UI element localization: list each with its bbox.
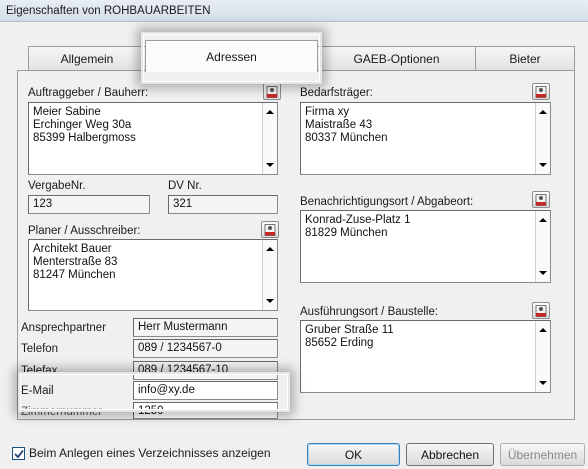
- auftraggeber-address-book-button[interactable]: [263, 83, 281, 100]
- planer-line: Architekt Bauer: [33, 243, 112, 255]
- tab-bieter[interactable]: Bieter: [475, 46, 575, 71]
- address-book-icon: [535, 194, 547, 206]
- telefax-label: Telefax: [21, 365, 58, 377]
- ausfuehrung-label: Ausführungsort / Baustelle:: [300, 306, 439, 318]
- bedarfstraeger-line: Firma xy: [305, 106, 350, 118]
- zimmer-label: Zimmernummer: [21, 406, 103, 418]
- email-field[interactable]: info@xy.de: [133, 381, 278, 400]
- auftraggeber-line: Erchinger Weg 30a: [33, 119, 132, 131]
- planer-label: Planer / Ausschreiber:: [28, 225, 141, 237]
- tab-allgemein[interactable]: Allgemein: [28, 46, 146, 71]
- ausfuehrung-line: 85652 Erding: [305, 337, 374, 349]
- planer-line: 81247 München: [33, 269, 116, 281]
- scroll-up-arrow-icon[interactable]: [266, 247, 274, 251]
- show-on-create-checkbox[interactable]: [12, 447, 25, 460]
- tab-adressen[interactable]: Adressen: [145, 40, 318, 72]
- zimmer-field[interactable]: 1250: [133, 402, 278, 419]
- show-on-create-label[interactable]: Beim Anlegen eines Verzeichnisses anzeig…: [29, 446, 271, 460]
- benachrichtigung-line: 81829 München: [305, 227, 388, 239]
- address-book-icon: [266, 86, 278, 98]
- benachrichtigung-scrollbar[interactable]: [535, 211, 550, 282]
- planer-address-book-button[interactable]: [261, 221, 279, 238]
- telefon-field[interactable]: 089 / 1234567-0: [133, 339, 278, 358]
- auftraggeber-line: 85399 Halbergmoss: [33, 132, 136, 144]
- ok-button[interactable]: OK: [307, 443, 400, 466]
- bedarfstraeger-line: 80337 München: [305, 132, 388, 144]
- window-title: Eigenschaften von ROHBAUARBEITEN: [0, 0, 588, 22]
- vergabe-label: VergabeNr.: [28, 180, 86, 192]
- bedarfstraeger-line: Maistraße 43: [305, 119, 373, 131]
- scroll-down-arrow-icon[interactable]: [539, 163, 547, 167]
- ansprechpartner-field[interactable]: Herr Mustermann: [133, 318, 278, 337]
- bedarfstraeger-address-book-button[interactable]: [532, 83, 550, 100]
- ansprechpartner-label: Ansprechpartner: [21, 322, 107, 334]
- auftraggeber-scrollbar[interactable]: [262, 103, 277, 174]
- scroll-up-arrow-icon[interactable]: [539, 110, 547, 114]
- address-book-icon: [535, 305, 547, 317]
- email-label: E-Mail: [21, 385, 54, 397]
- benachrichtigung-line: Konrad-Zuse-Platz 1: [305, 214, 411, 226]
- checkmark-icon: [14, 449, 24, 459]
- tab-gaeb-optionen[interactable]: GAEB-Optionen: [317, 46, 476, 71]
- benachrichtigung-address-memo[interactable]: Konrad-Zuse-Platz 1 81829 München: [300, 210, 551, 283]
- scroll-up-arrow-icon[interactable]: [266, 110, 274, 114]
- scroll-down-arrow-icon[interactable]: [266, 299, 274, 303]
- address-panel: Auftraggeber / Bauherr: Meier Sabine Erc…: [17, 70, 575, 420]
- vergabe-field[interactable]: 123: [28, 195, 150, 214]
- apply-button[interactable]: Übernehmen: [500, 443, 585, 466]
- ausfuehrung-address-memo[interactable]: Gruber Straße 11 85652 Erding: [300, 320, 551, 393]
- cancel-button[interactable]: Abbrechen: [406, 443, 494, 466]
- address-book-icon: [535, 86, 547, 98]
- benachrichtigung-address-book-button[interactable]: [532, 191, 550, 208]
- dv-field[interactable]: 321: [168, 195, 278, 214]
- scroll-up-arrow-icon[interactable]: [539, 328, 547, 332]
- telefon-label: Telefon: [21, 343, 59, 355]
- planer-scrollbar[interactable]: [262, 240, 277, 310]
- bedarfstraeger-address-memo[interactable]: Firma xy Maistraße 43 80337 München: [300, 102, 551, 175]
- planer-address-memo[interactable]: Architekt Bauer Menterstraße 83 81247 Mü…: [28, 239, 278, 311]
- dv-label: DV Nr.: [168, 180, 202, 192]
- benachrichtigung-label: Benachrichtigungsort / Abgabeort:: [300, 196, 474, 208]
- bedarfstraeger-scrollbar[interactable]: [535, 103, 550, 174]
- auftraggeber-line: Meier Sabine: [33, 106, 101, 118]
- address-book-icon: [264, 224, 276, 236]
- bedarfstraeger-label: Bedarfsträger:: [300, 87, 373, 99]
- ausfuehrung-scrollbar[interactable]: [535, 321, 550, 392]
- auftraggeber-label: Auftraggeber / Bauherr:: [28, 87, 149, 99]
- scroll-up-arrow-icon[interactable]: [539, 218, 547, 222]
- ausfuehrung-line: Gruber Straße 11: [305, 324, 394, 336]
- ausfuehrung-address-book-button[interactable]: [532, 302, 550, 319]
- telefax-field[interactable]: 089 / 1234567-10: [133, 361, 278, 380]
- planer-line: Menterstraße 83: [33, 256, 118, 268]
- scroll-down-arrow-icon[interactable]: [266, 163, 274, 167]
- auftraggeber-address-memo[interactable]: Meier Sabine Erchinger Weg 30a 85399 Hal…: [28, 102, 278, 175]
- scroll-down-arrow-icon[interactable]: [539, 381, 547, 385]
- scroll-down-arrow-icon[interactable]: [539, 271, 547, 275]
